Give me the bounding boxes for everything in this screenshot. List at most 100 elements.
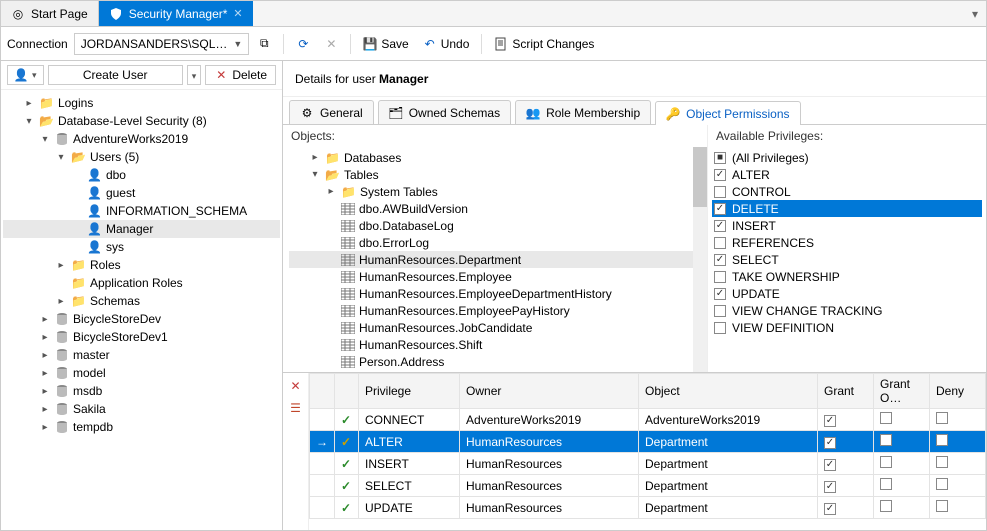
grid-row[interactable]: → ✓ ALTER HumanResources Department ✓	[310, 431, 986, 453]
cell-grant-option[interactable]	[874, 453, 930, 475]
cancel-button[interactable]: ✕	[318, 34, 344, 54]
expand-icon[interactable]: ▸	[309, 152, 321, 163]
cell-deny[interactable]	[930, 431, 986, 453]
grid-header[interactable]: Privilege	[359, 374, 460, 409]
expand-icon[interactable]: ▸	[55, 296, 67, 307]
priv-item[interactable]: CONTROL	[712, 183, 982, 200]
obj-node-table[interactable]: dbo.DatabaseLog	[289, 217, 707, 234]
checkbox[interactable]: ✓	[824, 459, 836, 471]
cell-deny[interactable]	[930, 453, 986, 475]
obj-node-table[interactable]: dbo.AWBuildVersion	[289, 200, 707, 217]
tree-node-logins[interactable]: ▸📁Logins	[3, 94, 280, 112]
checkbox[interactable]: ✓	[714, 169, 726, 181]
cell-deny[interactable]	[930, 409, 986, 431]
tree-node-adventureworks2019[interactable]: ▾AdventureWorks2019	[3, 130, 280, 148]
checkbox[interactable]	[714, 237, 726, 249]
cell-grant[interactable]: ✓	[818, 431, 874, 453]
checkbox[interactable]	[936, 500, 948, 512]
tree-node-application-roles[interactable]: 📁Application Roles	[3, 274, 280, 292]
checkbox[interactable]: ✓	[824, 481, 836, 493]
grid-row[interactable]: ✓ SELECT HumanResources Department ✓	[310, 475, 986, 497]
refresh-button[interactable]: ⟳	[290, 34, 316, 54]
checkbox[interactable]	[936, 478, 948, 490]
expand-icon[interactable]: ▸	[39, 350, 51, 361]
collapse-icon[interactable]: ▾	[39, 134, 51, 145]
priv-item[interactable]: ✓INSERT	[712, 217, 982, 234]
remove-row-button[interactable]: ✕	[289, 379, 303, 393]
tree-node-user-dbo[interactable]: 👤dbo	[3, 166, 280, 184]
checkbox[interactable]: ✓	[714, 220, 726, 232]
checkbox[interactable]: ✓	[824, 503, 836, 515]
cell-grant-option[interactable]	[874, 475, 930, 497]
grid-row[interactable]: ✓ CONNECT AdventureWorks2019 AdventureWo…	[310, 409, 986, 431]
expand-icon[interactable]: ▸	[39, 314, 51, 325]
checkbox[interactable]	[936, 412, 948, 424]
script-changes-button[interactable]: Script Changes	[488, 34, 600, 54]
expand-icon[interactable]: ▸	[39, 332, 51, 343]
priv-item[interactable]: ✓ALTER	[712, 166, 982, 183]
expand-icon[interactable]: ▸	[325, 186, 337, 197]
checkbox[interactable]	[936, 456, 948, 468]
cell-grant-option[interactable]	[874, 431, 930, 453]
tree-node-db[interactable]: ▸master	[3, 346, 280, 364]
list-icon[interactable]: ☰	[289, 401, 303, 415]
grid-header[interactable]: Object	[639, 374, 818, 409]
obj-node-table[interactable]: HumanResources.EmployeePayHistory	[289, 302, 707, 319]
tree-node-user-sys[interactable]: 👤sys	[3, 238, 280, 256]
priv-item[interactable]: ✓DELETE	[712, 200, 982, 217]
obj-node-table[interactable]: Person.AddressType	[289, 370, 707, 372]
cell-grant[interactable]: ✓	[818, 475, 874, 497]
checkbox[interactable]: ✓	[714, 203, 726, 215]
tree-node-db[interactable]: ▸BicycleStoreDev1	[3, 328, 280, 346]
create-user-button[interactable]: Create User	[48, 65, 183, 85]
checkbox[interactable]: ✓	[824, 415, 836, 427]
tree-node-roles[interactable]: ▸📁Roles	[3, 256, 280, 274]
tab-owned-schemas[interactable]: 🗂Owned Schemas	[378, 100, 511, 124]
checkbox[interactable]	[936, 434, 948, 446]
checkbox[interactable]: ✓	[714, 254, 726, 266]
grid-row[interactable]: ✓ UPDATE HumanResources Department ✓	[310, 497, 986, 519]
priv-all[interactable]: ■(All Privileges)	[712, 149, 982, 166]
tree-node-user-information-schema[interactable]: 👤INFORMATION_SCHEMA	[3, 202, 280, 220]
expand-icon[interactable]: ▸	[39, 404, 51, 415]
save-button[interactable]: 💾 Save	[357, 34, 414, 54]
copy-button[interactable]: ⧉	[251, 34, 277, 54]
checkbox[interactable]	[880, 478, 892, 490]
tab-overflow[interactable]: ▾	[964, 7, 986, 21]
permissions-grid[interactable]: PrivilegeOwnerObjectGrantGrant O…Deny ✓ …	[309, 373, 986, 530]
obj-node-tables[interactable]: ▾📂Tables	[289, 166, 707, 183]
tab-general[interactable]: ⚙General	[289, 100, 374, 124]
checkbox[interactable]	[714, 305, 726, 317]
checkbox[interactable]	[714, 186, 726, 198]
cell-grant[interactable]: ✓	[818, 497, 874, 519]
expand-icon[interactable]: ▸	[39, 422, 51, 433]
grid-header[interactable]: Grant O…	[874, 374, 930, 409]
tree-node-users[interactable]: ▾📂Users (5)	[3, 148, 280, 166]
cell-grant[interactable]: ✓	[818, 453, 874, 475]
checkbox[interactable]	[714, 271, 726, 283]
checkbox[interactable]: ✓	[714, 288, 726, 300]
security-tree[interactable]: ▸📁Logins ▾📂Database-Level Security (8) ▾…	[1, 90, 282, 530]
tab-security-manager[interactable]: Security Manager* ✕	[99, 1, 253, 26]
obj-node-table[interactable]: HumanResources.EmployeeDepartmentHistory	[289, 285, 707, 302]
obj-node-system-tables[interactable]: ▸📁System Tables	[289, 183, 707, 200]
objects-tree[interactable]: ▸📁Databases ▾📂Tables ▸📁System Tables dbo…	[283, 147, 707, 372]
checkbox[interactable]	[714, 322, 726, 334]
tree-node-db[interactable]: ▸model	[3, 364, 280, 382]
expand-icon[interactable]: ▸	[39, 368, 51, 379]
collapse-icon[interactable]: ▾	[309, 169, 321, 180]
create-split-button[interactable]: ▾	[187, 65, 202, 85]
obj-node-table[interactable]: HumanResources.Employee	[289, 268, 707, 285]
priv-item[interactable]: ✓UPDATE	[712, 285, 982, 302]
expand-icon[interactable]: ▸	[23, 98, 35, 109]
checkbox[interactable]: ✓	[824, 437, 836, 449]
tree-node-db[interactable]: ▸tempdb	[3, 418, 280, 436]
checkbox[interactable]	[880, 500, 892, 512]
tree-node-user-manager[interactable]: 👤Manager	[3, 220, 280, 238]
privileges-list[interactable]: ■(All Privileges) ✓ALTERCONTROL✓DELETE✓I…	[708, 147, 986, 372]
tree-node-database-level-security[interactable]: ▾📂Database-Level Security (8)	[3, 112, 280, 130]
cell-deny[interactable]	[930, 497, 986, 519]
tab-start-page[interactable]: ◎ Start Page	[1, 1, 99, 26]
checkbox[interactable]	[880, 412, 892, 424]
tree-node-db[interactable]: ▸BicycleStoreDev	[3, 310, 280, 328]
